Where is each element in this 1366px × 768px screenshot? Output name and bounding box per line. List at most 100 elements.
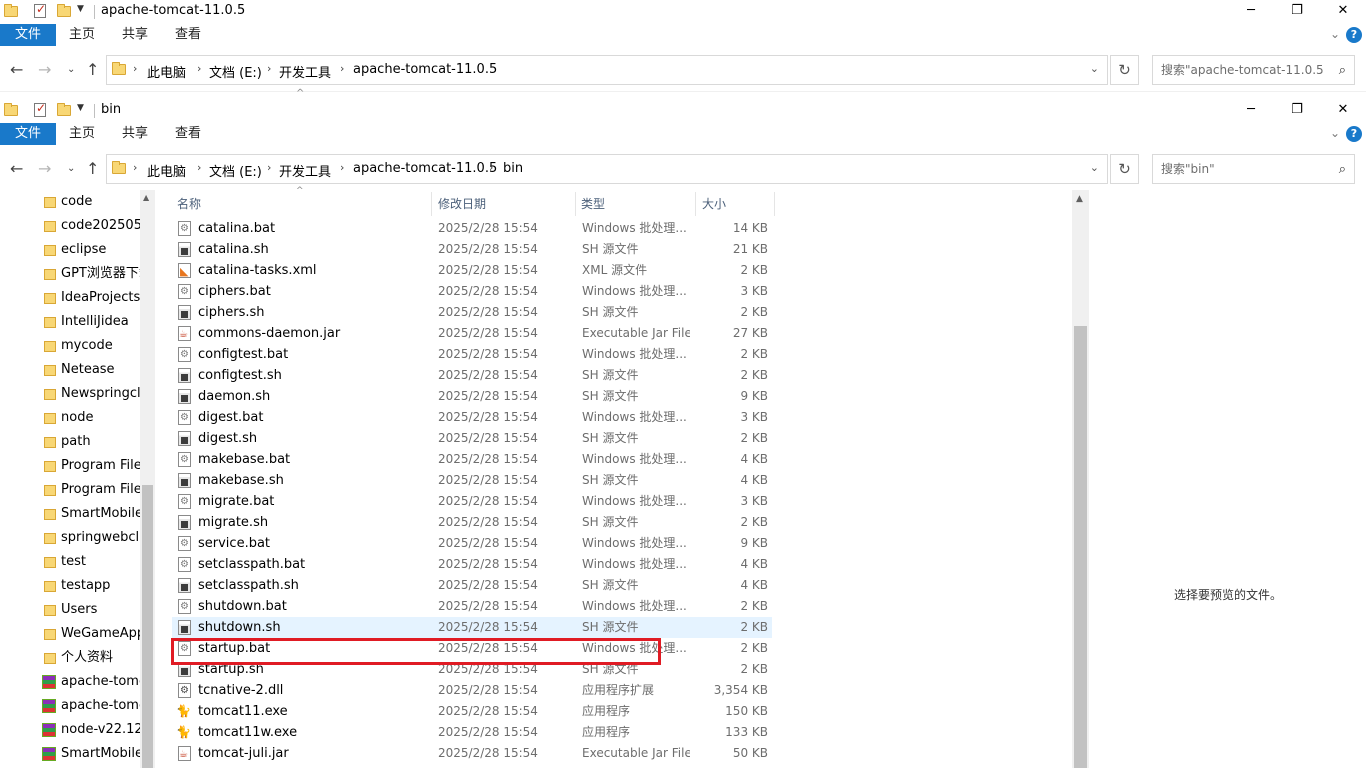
chevron-right-icon[interactable]: ›	[267, 62, 271, 75]
column-header-date[interactable]: 修改日期	[438, 190, 486, 218]
nav-item[interactable]: Newspringclie	[42, 382, 140, 406]
nav-item[interactable]: node	[42, 406, 140, 430]
breadcrumb-dev-tools[interactable]: 开发工具	[279, 161, 331, 180]
expand-ribbon-icon[interactable]: ⌄	[1330, 126, 1340, 140]
nav-item[interactable]: Program Files	[42, 478, 140, 502]
chevron-right-icon[interactable]: ›	[340, 62, 344, 75]
back-arrow-icon[interactable]: ←	[10, 159, 23, 178]
breadcrumb-tomcat[interactable]: apache-tomcat-11.0.5	[353, 62, 497, 77]
nav-item[interactable]: node-v22.12.0	[42, 718, 140, 742]
tab-share[interactable]: 共享	[113, 24, 157, 46]
file-row[interactable]: tcnative-2.dll 2025/2/28 15:54 应用程序扩展 3,354…	[172, 680, 772, 701]
search-input[interactable]	[1153, 155, 1323, 183]
new-folder-icon[interactable]	[57, 4, 71, 18]
nav-item[interactable]: GPT浏览器下载	[42, 262, 140, 286]
chevron-right-icon[interactable]: ›	[340, 161, 344, 174]
file-row[interactable]: makebase.bat 2025/2/28 15:54 Windows 批处理..…	[172, 449, 772, 470]
file-row[interactable]: migrate.bat 2025/2/28 15:54 Windows 批处理...…	[172, 491, 772, 512]
file-row[interactable]: configtest.bat 2025/2/28 15:54 Windows 批处理…	[172, 344, 772, 365]
file-row[interactable]: digest.sh 2025/2/28 15:54 SH 源文件 2 KB	[172, 428, 772, 449]
search-input[interactable]	[1153, 56, 1323, 84]
minimize-button[interactable]: ─	[1228, 99, 1274, 123]
nav-item[interactable]: WeGameApps	[42, 622, 140, 646]
breadcrumb-this-pc[interactable]: 此电脑	[147, 62, 186, 81]
chevron-right-icon[interactable]: ›	[197, 62, 201, 75]
address-dropdown-icon[interactable]: ⌄	[1090, 161, 1099, 174]
chevron-right-icon[interactable]: ›	[267, 161, 271, 174]
quick-access-dropdown-icon[interactable]: ▼	[77, 4, 84, 14]
file-row[interactable]: configtest.sh 2025/2/28 15:54 SH 源文件 2 KB	[172, 365, 772, 386]
breadcrumb-bin[interactable]: bin	[503, 161, 523, 176]
column-header-size[interactable]: 大小	[702, 190, 726, 218]
expand-ribbon-icon[interactable]: ⌄	[1330, 27, 1340, 41]
refresh-button[interactable]: ↻	[1110, 55, 1139, 85]
up-arrow-icon[interactable]: ↑	[86, 159, 99, 178]
nav-item[interactable]: testapp	[42, 574, 140, 598]
breadcrumb-tomcat[interactable]: apache-tomcat-11.0.5	[353, 161, 497, 176]
nav-item[interactable]: test	[42, 550, 140, 574]
help-icon[interactable]: ?	[1346, 27, 1362, 43]
column-header-name[interactable]: 名称	[177, 190, 201, 218]
nav-item[interactable]: 个人资料	[42, 646, 140, 670]
refresh-button[interactable]: ↻	[1110, 154, 1139, 184]
breadcrumb-dev-tools[interactable]: 开发工具	[279, 62, 331, 81]
search-box[interactable]: ⌕	[1152, 154, 1355, 184]
address-bar[interactable]: › 此电脑 › 文档 (E:) › 开发工具 › apache-tomcat-1…	[106, 154, 1108, 184]
nav-item[interactable]: Users	[42, 598, 140, 622]
nav-item[interactable]: mycode	[42, 334, 140, 358]
file-row[interactable]: ciphers.bat 2025/2/28 15:54 Windows 批处理...…	[172, 281, 772, 302]
maximize-button[interactable]: ❐	[1274, 99, 1320, 123]
file-row[interactable]: tomcat11w.exe 2025/2/28 15:54 应用程序 133 KB	[172, 722, 772, 743]
properties-icon[interactable]	[34, 101, 48, 117]
file-row[interactable]: setclasspath.bat 2025/2/28 15:54 Windows 批…	[172, 554, 772, 575]
nav-item[interactable]: code	[42, 190, 140, 214]
file-row[interactable]: tomcat-juli.jar 2025/2/28 15:54 Executable…	[172, 743, 772, 765]
nav-item[interactable]: Program Files	[42, 454, 140, 478]
quick-access-dropdown-icon[interactable]: ▼	[77, 103, 84, 113]
chevron-right-icon[interactable]: ›	[489, 161, 493, 174]
tab-view[interactable]: 查看	[166, 123, 210, 145]
file-row[interactable]: ciphers.sh 2025/2/28 15:54 SH 源文件 2 KB	[172, 302, 772, 323]
address-dropdown-icon[interactable]: ⌄	[1090, 62, 1099, 75]
file-row[interactable]: shutdown.sh 2025/2/28 15:54 SH 源文件 2 KB	[172, 617, 772, 638]
search-box[interactable]: ⌕	[1152, 55, 1355, 85]
file-row[interactable]: catalina.bat 2025/2/28 15:54 Windows 批处理..…	[172, 218, 772, 239]
up-arrow-icon[interactable]: ↑	[86, 60, 99, 79]
search-icon[interactable]: ⌕	[1339, 162, 1346, 177]
file-list-scrollbar-thumb[interactable]	[1074, 326, 1087, 768]
maximize-button[interactable]: ❐	[1274, 0, 1320, 24]
nav-item[interactable]: eclipse	[42, 238, 140, 262]
breadcrumb-this-pc[interactable]: 此电脑	[147, 161, 186, 180]
file-row[interactable]: setclasspath.sh 2025/2/28 15:54 SH 源文件 4 KB	[172, 575, 772, 596]
forward-arrow-icon[interactable]: →	[38, 60, 51, 79]
column-divider[interactable]	[575, 192, 576, 216]
nav-item[interactable]: apache-tomca	[42, 694, 140, 718]
file-row[interactable]: catalina.sh 2025/2/28 15:54 SH 源文件 21 KB	[172, 239, 772, 260]
close-button[interactable]: ✕	[1320, 0, 1366, 24]
file-row[interactable]: makebase.sh 2025/2/28 15:54 SH 源文件 4 KB	[172, 470, 772, 491]
chevron-right-icon[interactable]: ›	[197, 161, 201, 174]
tab-home[interactable]: 主页	[60, 123, 104, 145]
breadcrumb-drive-e[interactable]: 文档 (E:)	[209, 62, 262, 81]
tab-view[interactable]: 查看	[166, 24, 210, 46]
nav-item[interactable]: springwebclie	[42, 526, 140, 550]
file-row[interactable]: tomcat11.exe 2025/2/28 15:54 应用程序 150 KB	[172, 701, 772, 722]
nav-item[interactable]: SmartMobileA	[42, 742, 140, 766]
scroll-up-icon[interactable]: ▲	[1076, 194, 1083, 204]
chevron-right-icon[interactable]: ›	[133, 161, 137, 174]
nav-item[interactable]: IntelliJidea	[42, 310, 140, 334]
file-row[interactable]: digest.bat 2025/2/28 15:54 Windows 批处理... 3…	[172, 407, 772, 428]
nav-item[interactable]: apache-tomca	[42, 670, 140, 694]
nav-item[interactable]: SmartMobileA	[42, 502, 140, 526]
chevron-right-icon[interactable]: ›	[133, 62, 137, 75]
file-row[interactable]: service.bat 2025/2/28 15:54 Windows 批处理...…	[172, 533, 772, 554]
new-folder-icon[interactable]	[57, 103, 71, 117]
nav-item[interactable]: Netease	[42, 358, 140, 382]
nav-item[interactable]: code2025052	[42, 214, 140, 238]
file-row[interactable]: migrate.sh 2025/2/28 15:54 SH 源文件 2 KB	[172, 512, 772, 533]
forward-arrow-icon[interactable]: →	[38, 159, 51, 178]
file-row[interactable]: commons-daemon.jar 2025/2/28 15:54 Executa…	[172, 323, 772, 345]
help-icon[interactable]: ?	[1346, 126, 1362, 142]
properties-icon[interactable]	[34, 2, 48, 18]
column-header-type[interactable]: 类型	[581, 190, 605, 218]
